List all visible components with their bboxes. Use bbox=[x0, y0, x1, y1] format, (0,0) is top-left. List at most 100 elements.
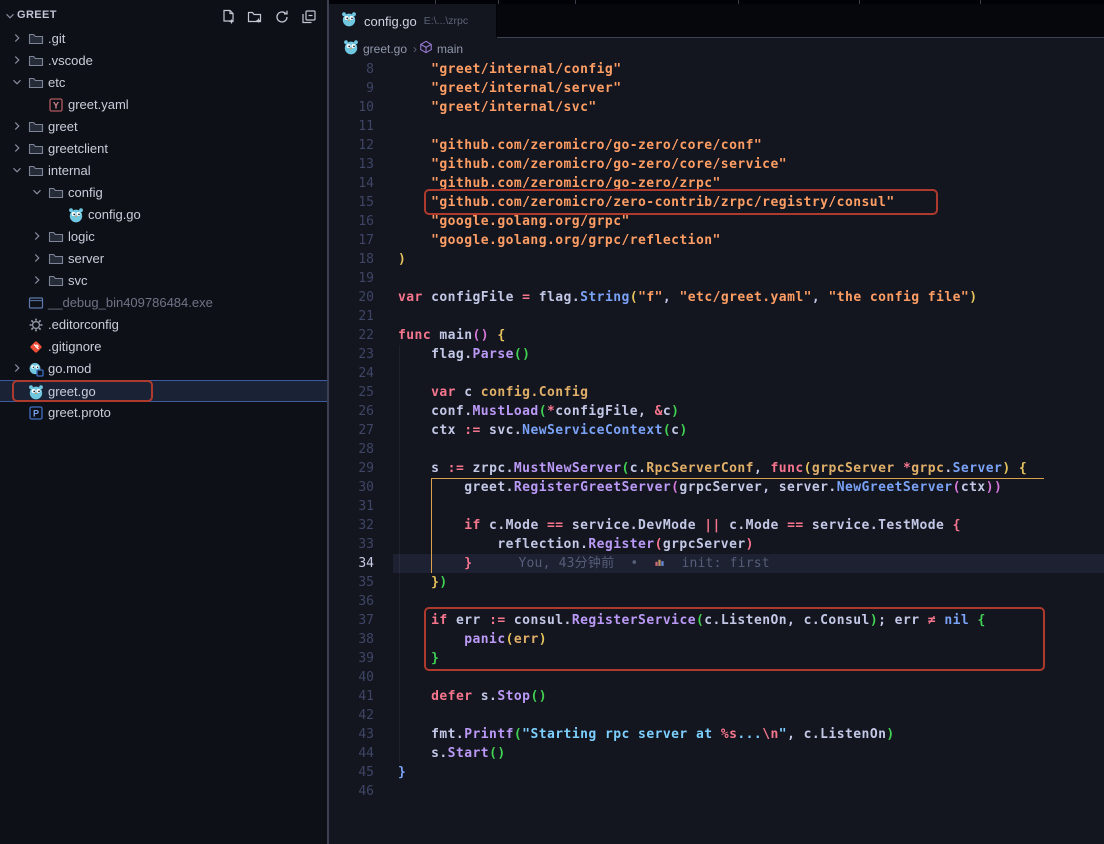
yaml-icon: Y bbox=[48, 97, 64, 113]
line-number: 42 bbox=[329, 706, 374, 725]
proto-icon: P bbox=[28, 405, 44, 421]
code-line-41: 41 defer s.Stop() bbox=[329, 687, 1104, 706]
code-line-10: 10 "greet/internal/svc" bbox=[329, 98, 1104, 117]
sidebar-item-config-go[interactable]: config.go bbox=[0, 204, 327, 226]
line-number: 35 bbox=[329, 573, 374, 592]
breadcrumb-file[interactable]: greet.go bbox=[363, 42, 407, 56]
code-line-32: 32 if c.Mode == service.DevMode || c.Mod… bbox=[329, 516, 1104, 535]
code-line-30: 30 greet.RegisterGreetServer(grpcServer,… bbox=[329, 478, 1104, 497]
file-label: etc bbox=[48, 75, 65, 90]
line-number: 31 bbox=[329, 497, 374, 516]
tab-description: E:\...\zrpc bbox=[424, 15, 468, 27]
new-folder-icon[interactable] bbox=[245, 7, 265, 27]
code-line-39: 39 } bbox=[329, 649, 1104, 668]
breadcrumb-symbol[interactable]: main bbox=[437, 42, 463, 56]
tab-config-go[interactable]: config.go E:\...\zrpc bbox=[329, 4, 497, 38]
gomod-icon bbox=[28, 361, 44, 377]
folder-icon bbox=[28, 141, 44, 157]
file-label: svc bbox=[68, 273, 88, 288]
code-line-46: 46 bbox=[329, 782, 1104, 801]
code-line-23: 23 flag.Parse() bbox=[329, 345, 1104, 364]
sidebar-item-config[interactable]: config bbox=[0, 182, 327, 204]
code-text: if err := consul.RegisterService(c.Liste… bbox=[398, 611, 986, 630]
sidebar-item-greet-go[interactable]: greet.go bbox=[0, 380, 327, 402]
go-file-icon bbox=[343, 39, 359, 60]
chevron-right-icon[interactable] bbox=[30, 273, 44, 292]
chevron-down-icon[interactable] bbox=[10, 75, 24, 94]
sidebar-item--editorconfig[interactable]: .editorconfig bbox=[0, 314, 327, 336]
sidebar-item-logic[interactable]: logic bbox=[0, 226, 327, 248]
code-text: func main() { bbox=[398, 326, 506, 345]
code-text: defer s.Stop() bbox=[398, 687, 547, 706]
chevron-right-icon[interactable] bbox=[10, 361, 24, 380]
svg-text:Y: Y bbox=[53, 101, 59, 111]
explorer-actions bbox=[218, 7, 319, 27]
line-number: 16 bbox=[329, 212, 374, 231]
file-label: .gitignore bbox=[48, 339, 101, 354]
chevron-right-icon[interactable] bbox=[10, 141, 24, 160]
line-number: 33 bbox=[329, 535, 374, 554]
code-text: "github.com/zeromicro/go-zero/core/servi… bbox=[398, 155, 787, 174]
chevron-right-icon[interactable] bbox=[10, 119, 24, 138]
code-line-22: 22func main() { bbox=[329, 326, 1104, 345]
vscode-window: GREET .git.vscodeetcYgreet.yamlgreetgree… bbox=[0, 0, 1104, 844]
line-number: 15 bbox=[329, 193, 374, 212]
sidebar-item--vscode[interactable]: .vscode bbox=[0, 50, 327, 72]
line-number: 17 bbox=[329, 231, 374, 250]
file-label: __debug_bin409786484.exe bbox=[48, 295, 213, 310]
code-line-8: 8 "greet/internal/config" bbox=[329, 60, 1104, 79]
code-text: panic(err) bbox=[398, 630, 547, 649]
sidebar-item--debug-bin409786484-exe[interactable]: __debug_bin409786484.exe bbox=[0, 292, 327, 314]
line-number: 11 bbox=[329, 117, 374, 136]
sidebar-item--gitignore[interactable]: .gitignore bbox=[0, 336, 327, 358]
line-number: 37 bbox=[329, 611, 374, 630]
tab-bar: config.go E:\...\zrpc bbox=[329, 4, 1104, 38]
sidebar-item-etc[interactable]: etc bbox=[0, 72, 327, 94]
file-label: logic bbox=[68, 229, 95, 244]
code-line-40: 40 bbox=[329, 668, 1104, 687]
line-number: 10 bbox=[329, 98, 374, 117]
sidebar-item-svc[interactable]: svc bbox=[0, 270, 327, 292]
code-line-26: 26 conf.MustLoad(*configFile, &c) bbox=[329, 402, 1104, 421]
sidebar-item-internal[interactable]: internal bbox=[0, 160, 327, 182]
folder-icon bbox=[28, 119, 44, 135]
sidebar-item-greet-proto[interactable]: Pgreet.proto bbox=[0, 402, 327, 424]
chevron-down-icon[interactable] bbox=[3, 9, 17, 28]
sidebar-item-greet-yaml[interactable]: Ygreet.yaml bbox=[0, 94, 327, 116]
chevron-right-icon[interactable] bbox=[30, 229, 44, 248]
code-line-45: 45} bbox=[329, 763, 1104, 782]
code-line-24: 24 bbox=[329, 364, 1104, 383]
sidebar-item-go-mod[interactable]: go.mod bbox=[0, 358, 327, 380]
new-file-icon[interactable] bbox=[218, 7, 238, 27]
refresh-icon[interactable] bbox=[272, 7, 292, 27]
code-line-25: 25 var c config.Config bbox=[329, 383, 1104, 402]
code-text: s.Start() bbox=[398, 744, 506, 763]
chevron-right-icon[interactable] bbox=[10, 53, 24, 72]
explorer-section-title[interactable]: GREET bbox=[17, 9, 57, 21]
line-number: 45 bbox=[329, 763, 374, 782]
folder-icon bbox=[48, 229, 64, 245]
code-line-18: 18) bbox=[329, 250, 1104, 269]
chevron-down-icon[interactable] bbox=[10, 163, 24, 182]
chevron-down-icon[interactable] bbox=[30, 185, 44, 204]
code-editor[interactable]: 8 "greet/internal/config"9 "greet/intern… bbox=[329, 60, 1104, 844]
chevron-right-icon[interactable] bbox=[10, 31, 24, 50]
collapse-all-icon[interactable] bbox=[299, 7, 319, 27]
line-number: 41 bbox=[329, 687, 374, 706]
folder-icon bbox=[48, 185, 64, 201]
line-number: 12 bbox=[329, 136, 374, 155]
sidebar-item-greetclient[interactable]: greetclient bbox=[0, 138, 327, 160]
code-text: "github.com/zeromicro/zero-contrib/zrpc/… bbox=[398, 193, 895, 212]
file-label: config bbox=[68, 185, 103, 200]
code-text: fmt.Printf("Starting rpc server at %s...… bbox=[398, 725, 895, 744]
code-text: } bbox=[398, 763, 406, 782]
sidebar-item--git[interactable]: .git bbox=[0, 28, 327, 50]
sidebar-item-server[interactable]: server bbox=[0, 248, 327, 270]
code-text: "google.golang.org/grpc/reflection" bbox=[398, 231, 721, 250]
chevron-right-icon[interactable] bbox=[30, 251, 44, 270]
breadcrumb: greet.go › main bbox=[329, 38, 1104, 60]
sidebar-item-greet[interactable]: greet bbox=[0, 116, 327, 138]
explorer-header: GREET bbox=[0, 5, 327, 29]
folder-icon bbox=[28, 53, 44, 69]
code-line-27: 27 ctx := svc.NewServiceContext(c) bbox=[329, 421, 1104, 440]
